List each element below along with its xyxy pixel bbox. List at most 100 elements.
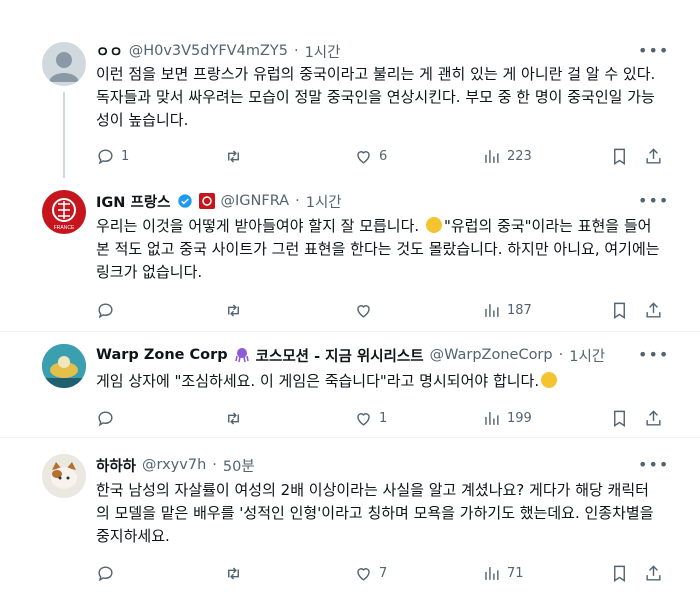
retweet-button[interactable] <box>224 562 249 584</box>
user-handle[interactable]: @IGNFRA <box>221 193 290 209</box>
view-count: 223 <box>507 148 532 164</box>
reply-icon <box>98 302 113 318</box>
bookmark-icon <box>614 148 625 165</box>
tweet-text-content: 게임 상자에 "조심하세요. 이 게임은 죽습니다"라고 명시되어야 합니다. <box>96 372 540 390</box>
reply-button[interactable] <box>96 562 121 584</box>
tweet-actions: 1 199 <box>96 407 662 429</box>
reply-count: 1 <box>121 148 130 164</box>
like-button[interactable] <box>354 299 379 321</box>
retweet-icon <box>228 303 239 317</box>
tweet-1[interactable]: ㅇㅇ @H0v3V5dYFV4mZY5 · 1시간 ••• 이런 점을 보면 프… <box>0 0 700 182</box>
like-button[interactable]: 6 <box>354 145 387 167</box>
retweet-button[interactable] <box>224 145 249 167</box>
timestamp[interactable]: 1시간 <box>305 41 341 62</box>
views-button[interactable]: 199 <box>482 407 532 429</box>
tweet-2[interactable]: FRANCE IGN 프랑스 @IGNFRA · 1시간 ••• 우리는 이것을… <box>0 182 700 332</box>
user-handle[interactable]: @rxyv7h <box>142 457 206 473</box>
views-icon <box>485 566 499 580</box>
reply-button[interactable]: 1 <box>96 145 129 167</box>
view-count: 71 <box>507 565 524 581</box>
reply-icon <box>98 148 113 164</box>
reply-button[interactable] <box>96 407 121 429</box>
grinning-sweat-emoji-icon <box>425 217 442 233</box>
tweet-text: 이런 점을 보면 프랑스가 유럽의 중국이라고 불리는 게 괜히 있는 게 아니… <box>96 65 656 129</box>
affiliate-logo-icon <box>198 193 215 209</box>
cat-avatar-icon <box>42 454 86 498</box>
warpzone-avatar-icon <box>42 344 86 388</box>
user-handle[interactable]: @WarpZoneCorp <box>430 347 553 363</box>
ign-logo-icon: FRANCE <box>52 198 76 231</box>
bookmark-icon <box>614 302 625 319</box>
bookmark-button[interactable] <box>610 562 629 584</box>
more-options-icon[interactable]: ••• <box>638 43 668 62</box>
share-button[interactable] <box>644 145 663 167</box>
retweet-button[interactable] <box>224 407 249 429</box>
views-button[interactable]: 223 <box>482 145 532 167</box>
display-name[interactable]: ㅇㅇ <box>96 41 123 62</box>
tweet-header: ㅇㅇ @H0v3V5dYFV4mZY5 · 1시간 <box>96 40 650 62</box>
views-icon <box>485 303 499 317</box>
tweet-actions: 1 6 223 <box>96 145 662 167</box>
avatar-default[interactable] <box>42 42 86 86</box>
retweet-icon <box>228 566 239 580</box>
like-button[interactable]: 1 <box>354 407 387 429</box>
tweet-4[interactable]: 하하하 @rxyv7h · 50분 ••• 한국 남성의 자살률이 여성의 2배… <box>0 438 700 600</box>
retweet-icon <box>228 149 239 163</box>
heart-icon <box>357 567 370 581</box>
more-options-icon[interactable]: ••• <box>638 347 668 366</box>
like-count: 1 <box>379 410 388 426</box>
timestamp[interactable]: 50분 <box>223 455 255 476</box>
grinning-sweat-emoji-icon <box>541 372 558 388</box>
reply-feed: ㅇㅇ @H0v3V5dYFV4mZY5 · 1시간 ••• 이런 점을 보면 프… <box>0 0 700 600</box>
avatar-hahaha[interactable] <box>42 454 86 498</box>
like-count: 6 <box>379 148 388 164</box>
tweet-actions: 187 <box>96 299 662 321</box>
view-count: 199 <box>507 410 532 426</box>
display-name-suffix[interactable]: 코스모션 - 지금 위시리스트 <box>256 345 424 366</box>
verified-badge-icon <box>177 194 192 208</box>
bookmark-icon <box>614 565 625 582</box>
tweet-actions: 7 71 <box>96 562 662 584</box>
share-button[interactable] <box>644 407 663 429</box>
separator-dot: · <box>212 457 217 473</box>
heart-icon <box>357 150 370 164</box>
views-button[interactable]: 187 <box>482 299 532 321</box>
views-icon <box>485 411 499 425</box>
tweet-text-part-1: 우리는 이것을 어떻게 받아들여야 할지 잘 모릅니다. <box>96 217 424 235</box>
display-name[interactable]: Warp Zone Corp <box>96 347 228 363</box>
heart-icon <box>357 304 370 318</box>
display-name[interactable]: IGN 프랑스 <box>96 191 171 212</box>
tweet-3[interactable]: Warp Zone Corp 코스모션 - 지금 위시리스트 @WarpZone… <box>0 332 700 438</box>
like-button[interactable]: 7 <box>354 562 387 584</box>
reply-icon <box>98 565 113 581</box>
timestamp[interactable]: 1시간 <box>569 345 605 366</box>
tweet-header: 하하하 @rxyv7h · 50분 <box>96 454 650 476</box>
more-options-icon[interactable]: ••• <box>638 193 668 212</box>
more-options-icon[interactable]: ••• <box>638 457 668 476</box>
retweet-button[interactable] <box>224 299 249 321</box>
share-button[interactable] <box>644 562 663 584</box>
tweet-header: IGN 프랑스 @IGNFRA · 1시간 <box>96 190 650 212</box>
timestamp[interactable]: 1시간 <box>306 191 342 212</box>
separator-dot: · <box>293 43 299 59</box>
like-count: 7 <box>379 565 388 581</box>
tweet-text: 게임 상자에 "조심하세요. 이 게임은 죽습니다"라고 명시되어야 합니다. <box>96 370 662 393</box>
bookmark-button[interactable] <box>610 407 629 429</box>
bookmark-icon <box>614 410 625 427</box>
user-handle[interactable]: @H0v3V5dYFV4mZY5 <box>129 43 288 59</box>
avatar-ign[interactable]: FRANCE <box>42 190 86 234</box>
reply-button[interactable] <box>96 299 121 321</box>
tweet-text: 한국 남성의 자살률이 여성의 2배 이상이라는 사실을 알고 계셨나요? 게다… <box>96 481 654 545</box>
share-button[interactable] <box>644 299 663 321</box>
separator-dot: · <box>295 193 300 209</box>
bookmark-button[interactable] <box>610 299 629 321</box>
share-icon <box>646 564 661 581</box>
avatar-warpzone[interactable] <box>42 344 86 388</box>
bookmark-button[interactable] <box>610 145 629 167</box>
views-button[interactable]: 71 <box>482 562 524 584</box>
retweet-icon <box>228 411 239 425</box>
display-name[interactable]: 하하하 <box>96 455 136 476</box>
octopus-emoji-icon <box>234 348 249 363</box>
share-icon <box>646 409 661 426</box>
views-icon <box>485 149 499 163</box>
